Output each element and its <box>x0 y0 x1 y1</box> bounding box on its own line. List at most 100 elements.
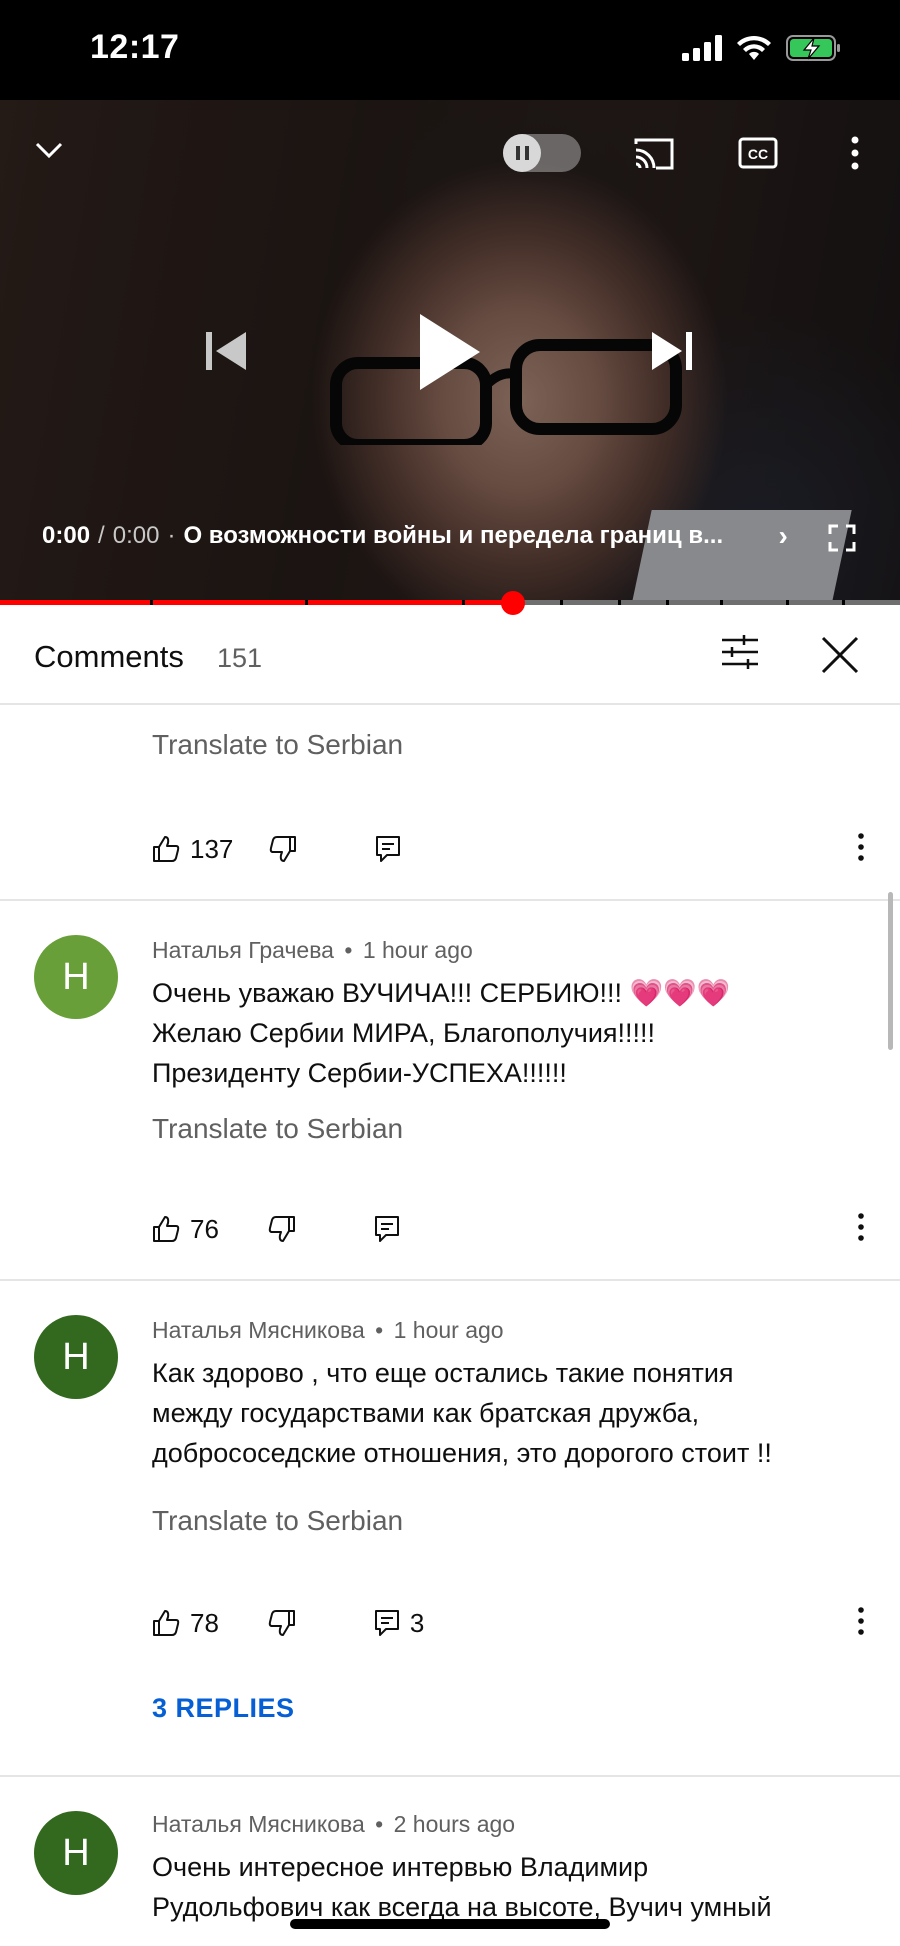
comment-line: Желаю Сербии МИРА, Благополучия!!!!! <box>152 1018 656 1048</box>
pause-icon <box>503 134 541 172</box>
cellular-signal-icon <box>682 35 722 61</box>
more-options-icon[interactable] <box>850 136 860 170</box>
translate-link[interactable]: Translate to Serbian <box>152 1505 403 1537</box>
comment-item: Н Наталья Грачева • 1 hour ago Очень ува… <box>0 901 900 1281</box>
duration: 0:00 <box>112 522 160 549</box>
avatar[interactable]: Н <box>34 1315 118 1399</box>
comment-text: Очень интересное интервью Владимир Рудол… <box>152 1847 872 1927</box>
battery-charging-icon <box>786 35 840 61</box>
scrollbar[interactable] <box>888 892 893 1050</box>
minimize-chevron-icon[interactable] <box>34 138 64 162</box>
dislike-button[interactable] <box>268 1215 296 1243</box>
status-bar: 12:17 <box>0 0 900 100</box>
current-time: 0:00 <box>42 522 91 549</box>
home-indicator[interactable] <box>290 1919 610 1929</box>
sort-filter-icon[interactable] <box>720 633 760 671</box>
comment-meta: Наталья Грачева • 1 hour ago <box>152 937 473 964</box>
like-count: 78 <box>190 1607 219 1638</box>
comments-count: 151 <box>217 643 263 673</box>
thumbs-down-icon <box>270 836 297 862</box>
time-separator: / <box>98 522 105 549</box>
video-player[interactable]: CC 0:00 / 0:00 · О возможности войны и п… <box>0 100 900 604</box>
autoplay-toggle[interactable] <box>503 134 581 172</box>
video-progress-bar[interactable] <box>0 600 900 605</box>
svg-text:CC: CC <box>748 146 768 162</box>
comment-meta: Наталья Мясникова • 2 hours ago <box>152 1811 515 1838</box>
reply-comment-icon <box>374 1610 399 1636</box>
closed-captions-icon[interactable]: CC <box>738 136 778 170</box>
cast-icon[interactable] <box>632 136 676 172</box>
thumbs-up-icon <box>153 1610 180 1636</box>
thumbs-down-icon <box>268 1610 295 1636</box>
chapter-marker <box>305 600 308 605</box>
reply-button[interactable]: 3 <box>374 1608 424 1639</box>
wifi-icon <box>737 35 771 60</box>
chapter-marker <box>666 600 669 605</box>
comment-line: добрососедские отношения, это дорогого с… <box>152 1438 772 1468</box>
meta-separator: • <box>344 937 353 963</box>
close-icon[interactable] <box>820 635 860 675</box>
comment-author[interactable]: Наталья Мясникова <box>152 1317 365 1343</box>
comment-author[interactable]: Наталья Мясникова <box>152 1811 365 1837</box>
previous-video-icon[interactable] <box>204 330 248 372</box>
meta-separator: • <box>375 1317 384 1343</box>
comment-item: Н Наталья Мясникова • 1 hour ago Как здо… <box>0 1281 900 1777</box>
play-icon[interactable] <box>414 312 484 392</box>
comment-meta: Наталья Мясникова • 1 hour ago <box>152 1317 504 1344</box>
reply-comment-icon <box>376 836 401 862</box>
progress-fill <box>0 600 513 605</box>
status-time: 12:17 <box>90 28 180 66</box>
like-count: 137 <box>190 833 234 864</box>
like-button[interactable]: 76 <box>152 1214 219 1245</box>
comment-actions: 76 <box>152 1209 400 1249</box>
comment-more-icon[interactable] <box>856 1607 866 1635</box>
comments-title: Comments <box>34 639 184 674</box>
avatar[interactable]: Н <box>34 935 118 1019</box>
view-replies-button[interactable]: 3 REPLIES <box>152 1693 295 1724</box>
chapter-marker <box>786 600 789 605</box>
thumbs-up-icon <box>153 836 180 862</box>
heart-emoji: 💗 <box>663 978 697 1008</box>
reply-comment-icon <box>374 1216 399 1242</box>
comment-author[interactable]: Наталья Грачева <box>152 937 334 963</box>
translate-link[interactable]: Translate to Serbian <box>152 1113 403 1145</box>
comment-more-icon[interactable] <box>856 1213 866 1241</box>
video-title[interactable]: О возможности войны и передела границ в.… <box>183 522 768 550</box>
chapter-marker <box>842 600 845 605</box>
chapter-marker <box>560 600 563 605</box>
chapter-marker <box>462 600 465 605</box>
thumbs-down-icon <box>268 1216 295 1242</box>
comment-time: 1 hour ago <box>393 1317 504 1343</box>
comment-line: между государствами как братская дружба, <box>152 1398 700 1428</box>
status-icons <box>682 34 842 62</box>
comment-actions: 137 <box>152 829 401 869</box>
title-dot: · <box>167 522 176 549</box>
comment-item: Translate to Serbian 137 <box>0 705 900 901</box>
heart-emoji: 💗 <box>629 978 664 1008</box>
comment-text: Как здорово , что еще остались такие пон… <box>152 1353 872 1473</box>
chapter-marker <box>618 600 621 605</box>
heart-emoji: 💗 <box>696 978 731 1008</box>
dislike-button[interactable] <box>268 1609 296 1637</box>
comments-header: Comments 151 <box>0 605 900 705</box>
video-info-row[interactable]: 0:00 / 0:00 · О возможности войны и пере… <box>42 520 870 552</box>
progress-scrubber[interactable] <box>501 591 525 615</box>
next-video-icon[interactable] <box>650 330 694 372</box>
comment-actions: 78 3 <box>152 1603 424 1643</box>
comment-line: Очень интересное интервью Владимир <box>152 1852 649 1882</box>
chapter-marker <box>720 600 723 605</box>
reply-button[interactable] <box>375 835 401 863</box>
like-count: 76 <box>190 1213 219 1244</box>
comment-line: Очень уважаю ВУЧИЧА!!! СЕРБИЮ!!! <box>152 978 623 1008</box>
chevron-right-icon[interactable]: › <box>778 520 787 552</box>
translate-link[interactable]: Translate to Serbian <box>152 729 403 761</box>
comment-more-icon[interactable] <box>856 833 866 861</box>
dislike-button[interactable] <box>269 835 297 863</box>
avatar[interactable]: Н <box>34 1811 118 1895</box>
chapter-marker <box>150 600 153 605</box>
comment-line: Как здорово , что еще остались такие пон… <box>152 1358 734 1388</box>
like-button[interactable]: 78 <box>152 1608 219 1639</box>
reply-button[interactable] <box>374 1215 400 1243</box>
like-button[interactable]: 137 <box>152 834 233 865</box>
fullscreen-icon[interactable] <box>828 524 856 552</box>
